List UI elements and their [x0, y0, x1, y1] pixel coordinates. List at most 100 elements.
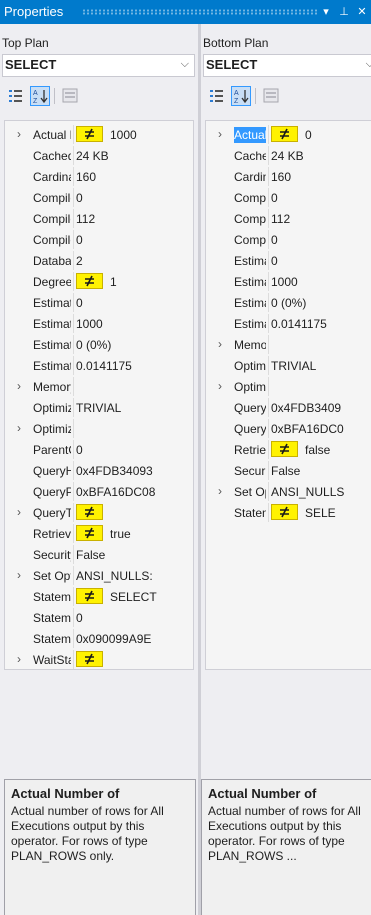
property-value[interactable]: 1000	[110, 127, 193, 143]
property-value[interactable]: SELECT	[110, 589, 193, 605]
property-row[interactable]: CompileMemory 112	[206, 209, 371, 228]
property-row[interactable]: ›OptimizerHardwareDependentProperties	[206, 377, 371, 396]
property-row[interactable]: Statement SELE	[206, 503, 371, 522]
property-value[interactable]: 0 (0%)	[271, 295, 371, 311]
property-value[interactable]: 2	[76, 253, 193, 269]
alphabetical-sort-icon[interactable]: AZ	[30, 86, 50, 106]
property-pages-icon[interactable]	[261, 86, 281, 106]
property-value[interactable]: ANSI_NULLS:	[76, 568, 193, 584]
property-row[interactable]: Estimated Subtree Cost 0.0141175	[5, 356, 193, 375]
expand-chevron-icon[interactable]: ›	[5, 650, 33, 669]
property-row[interactable]: SecurityPolicyApplied False	[206, 461, 371, 480]
property-value[interactable]	[271, 337, 371, 353]
property-value[interactable]: 0	[271, 232, 371, 248]
property-value[interactable]: 0xBFA16DC08	[76, 484, 193, 500]
property-value[interactable]: 0	[76, 232, 193, 248]
property-value[interactable]: False	[271, 463, 371, 479]
expand-chevron-icon[interactable]: ›	[5, 419, 33, 438]
drag-grip[interactable]	[82, 9, 319, 15]
property-value[interactable]	[110, 652, 193, 668]
property-row[interactable]: ParentObjectId 0	[5, 440, 193, 459]
operator-select[interactable]: SELECT ⌵	[203, 54, 371, 77]
property-row[interactable]: ›Actual Number of Rows for All Execution…	[206, 125, 371, 144]
property-value[interactable]: 112	[271, 211, 371, 227]
property-row[interactable]: StatementSubTreeCost 0x090099A9E	[5, 629, 193, 648]
property-value[interactable]: 0xBFA16DC0	[271, 421, 371, 437]
alphabetical-sort-icon[interactable]: AZ	[231, 86, 251, 106]
property-value[interactable]	[271, 379, 371, 395]
property-row[interactable]: ›Memory Grant Info	[5, 377, 193, 396]
property-row[interactable]: StatementId 0	[5, 608, 193, 627]
property-row[interactable]: Estimated Number of Rows Per Execution 0 …	[5, 335, 193, 354]
property-row[interactable]: CompileTime 0	[5, 230, 193, 249]
property-value[interactable]: 0	[76, 610, 193, 626]
property-value[interactable]: 160	[271, 169, 371, 185]
property-row[interactable]: Optimization Level TRIVIAL	[206, 356, 371, 375]
property-value[interactable]: 0	[271, 253, 371, 269]
property-row[interactable]: Estimated Number of Rows 0	[206, 251, 371, 270]
property-row[interactable]: Degree of Parallelism 1	[5, 272, 193, 291]
categorized-icon[interactable]	[6, 86, 26, 106]
property-row[interactable]: CompileCPU 0	[5, 188, 193, 207]
property-row[interactable]: CompileMemory 112	[5, 209, 193, 228]
property-value[interactable]	[110, 505, 193, 521]
property-grid[interactable]: ›Actual Number of Rows for All Execution…	[4, 120, 194, 670]
property-value[interactable]: ANSI_NULLS	[271, 484, 371, 500]
property-row[interactable]: ›QueryTimeStats	[5, 503, 193, 522]
property-row[interactable]: QueryHash 0x4FDB34093	[5, 461, 193, 480]
property-value[interactable]: false	[305, 442, 371, 458]
property-value[interactable]: 0x4FDB3409	[271, 400, 371, 416]
property-row[interactable]: RetrievedFromCache true	[5, 524, 193, 543]
property-value[interactable]: 24 KB	[271, 148, 371, 164]
property-row[interactable]: QueryHash 0x4FDB3409	[206, 398, 371, 417]
expand-chevron-icon[interactable]: ›	[206, 335, 234, 354]
expand-chevron-icon[interactable]: ›	[206, 377, 234, 396]
property-row[interactable]: ›WaitStats	[5, 650, 193, 669]
operator-select[interactable]: SELECT ⌵	[2, 54, 195, 77]
expand-chevron-icon[interactable]: ›	[206, 125, 234, 144]
property-row[interactable]: DatabaseContextSettingsId 2	[5, 251, 193, 270]
expand-chevron-icon[interactable]: ›	[5, 566, 33, 585]
expand-chevron-icon[interactable]: ›	[206, 482, 234, 501]
expand-chevron-icon[interactable]: ›	[5, 125, 33, 144]
auto-hide-pin-icon[interactable]: ⊥	[336, 2, 352, 22]
property-value[interactable]: 0x090099A9E	[76, 631, 193, 647]
property-row[interactable]: ›OptimizerHardwareDependentProperties	[5, 419, 193, 438]
property-row[interactable]: Optimization Level TRIVIAL	[5, 398, 193, 417]
property-value[interactable]: 112	[76, 211, 193, 227]
property-row[interactable]: QueryPlanHash 0xBFA16DC08	[5, 482, 193, 501]
property-value[interactable]: 1	[110, 274, 193, 290]
property-row[interactable]: Estimated Number of Rows 0	[5, 293, 193, 312]
property-row[interactable]: Estimated Number of Rows Per Execution 0 …	[206, 293, 371, 312]
property-value[interactable]: 0.0141175	[76, 358, 193, 374]
property-row[interactable]: Statement SELECT	[5, 587, 193, 606]
property-row[interactable]: ›Actual Number of Rows for All Execution…	[5, 125, 193, 144]
property-value[interactable]	[76, 379, 193, 395]
property-value[interactable]: 0	[271, 190, 371, 206]
property-value[interactable]: TRIVIAL	[271, 358, 371, 374]
categorized-icon[interactable]	[207, 86, 227, 106]
property-row[interactable]: Estimated Number of Rows for All Executi…	[5, 314, 193, 333]
property-value[interactable]: 0	[305, 127, 371, 143]
window-position-dropdown-icon[interactable]: ▾	[318, 2, 334, 22]
property-value[interactable]: 0.0141175	[271, 316, 371, 332]
property-value[interactable]: TRIVIAL	[76, 400, 193, 416]
property-row[interactable]: RetrievedFromCache false	[206, 440, 371, 459]
property-row[interactable]: Estimated Subtree Cost 0.0141175	[206, 314, 371, 333]
property-row[interactable]: ›Set Options ANSI_NULLS	[206, 482, 371, 501]
property-row[interactable]: Estimated Number of Rows for All Executi…	[206, 272, 371, 291]
property-pages-icon[interactable]	[60, 86, 80, 106]
property-value[interactable]: 0	[76, 442, 193, 458]
property-value[interactable]: 1000	[271, 274, 371, 290]
property-row[interactable]: Cached plan size 24 KB	[5, 146, 193, 165]
property-row[interactable]: Cached plan size 24 KB	[206, 146, 371, 165]
property-row[interactable]: ›Set Options ANSI_NULLS:	[5, 566, 193, 585]
property-value[interactable]: 0 (0%)	[76, 337, 193, 353]
property-value[interactable]: 160	[76, 169, 193, 185]
property-row[interactable]: CardinalityEstimationModelVersion 160	[5, 167, 193, 186]
property-row[interactable]: CompileTime 0	[206, 230, 371, 249]
expand-chevron-icon[interactable]: ›	[5, 503, 33, 522]
property-grid[interactable]: ›Actual Number of Rows for All Execution…	[205, 120, 371, 670]
property-value[interactable]: False	[76, 547, 193, 563]
property-row[interactable]: CompileCPU 0	[206, 188, 371, 207]
